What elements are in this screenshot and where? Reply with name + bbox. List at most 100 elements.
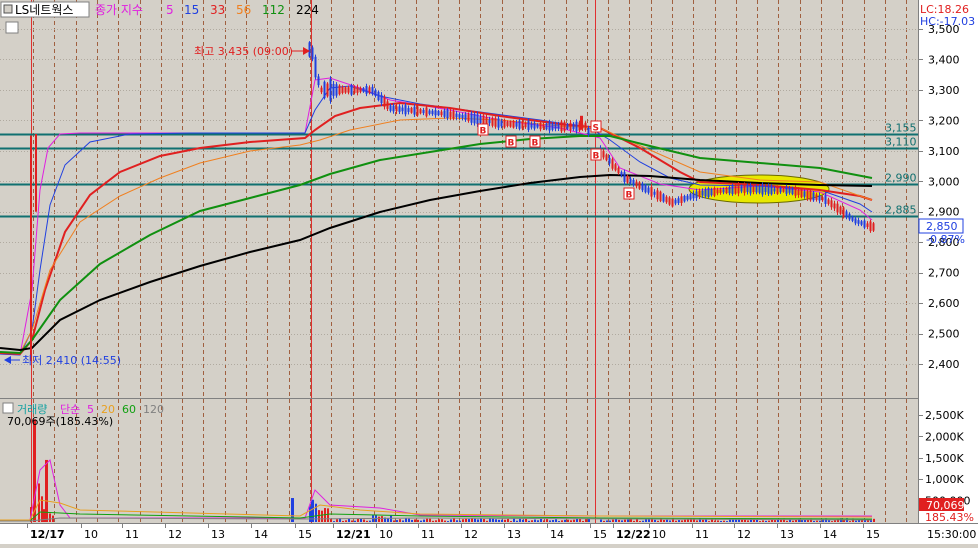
- volume-bar: [579, 519, 581, 522]
- volume-bar: [420, 520, 422, 522]
- candle: [812, 192, 815, 201]
- volume-bar: [708, 521, 710, 522]
- volume-bar: [327, 508, 329, 522]
- signal-label: B: [480, 127, 487, 137]
- candle: [698, 191, 701, 197]
- volume-bar: [405, 518, 407, 522]
- volume-bar: [360, 518, 362, 522]
- price-tick-label: 2,400: [928, 358, 960, 371]
- symbol-label: LS네트웍스: [15, 3, 73, 17]
- volume-bar: [351, 520, 353, 522]
- candle: [521, 121, 524, 129]
- volume-bar: [639, 521, 641, 522]
- volume-bar: [531, 520, 533, 522]
- candle: [764, 187, 767, 192]
- candle: [494, 118, 497, 127]
- candle: [548, 122, 551, 131]
- candle: [563, 122, 566, 131]
- volume-bar: [828, 520, 830, 522]
- price-tick-label: 2,900: [928, 206, 960, 219]
- candle: [785, 186, 788, 194]
- volume-bar: [363, 519, 365, 522]
- volume-bar: [819, 520, 821, 522]
- candle: [554, 124, 557, 129]
- volume-bar: [774, 520, 776, 522]
- volume-bar: [816, 520, 818, 522]
- ma-legend-item: 224: [296, 3, 319, 17]
- volume-bar: [504, 519, 506, 522]
- ma-legend-item: 33: [210, 3, 225, 17]
- signal-label: B: [532, 139, 539, 149]
- volume-bar: [321, 510, 323, 522]
- candle: [551, 123, 554, 130]
- volume-bar: [402, 520, 404, 522]
- volume-bar: [489, 518, 491, 522]
- candle: [380, 94, 383, 104]
- volume-bar: [417, 519, 419, 522]
- volume-bar: [723, 520, 725, 522]
- candle: [803, 191, 806, 197]
- time-tick-label: 10: [652, 528, 666, 541]
- candle: [782, 188, 785, 192]
- volume-bar: [786, 520, 788, 522]
- candle: [848, 213, 851, 220]
- time-tick-label: 12/21: [336, 528, 371, 541]
- candle: [713, 187, 716, 196]
- time-tick-label: 14: [550, 528, 564, 541]
- volume-bar: [555, 519, 557, 522]
- candle: [653, 191, 656, 195]
- time-tick-label: 13: [780, 528, 794, 541]
- symbol-box-icon: [3, 4, 13, 14]
- volume-bar: [522, 519, 524, 522]
- volume-bar: [396, 520, 398, 522]
- ma-legend-item: 112: [262, 3, 285, 17]
- candle: [743, 185, 746, 193]
- candle: [776, 186, 779, 194]
- candle: [749, 184, 752, 194]
- volume-bar: [549, 520, 551, 522]
- candle: [656, 190, 659, 200]
- time-tick-label: 11: [125, 528, 139, 541]
- volume-bar: [675, 520, 677, 522]
- candle: [635, 181, 638, 187]
- candle: [611, 159, 614, 169]
- panel-control-box[interactable]: [5, 21, 19, 34]
- volume-bar: [714, 520, 716, 522]
- candle: [557, 124, 560, 129]
- candle: [608, 157, 611, 164]
- volume-bar: [582, 520, 584, 522]
- price-tick-label: 3,300: [928, 84, 960, 97]
- candle: [623, 172, 626, 183]
- candle: [536, 124, 539, 128]
- volume-bar: [507, 518, 509, 522]
- time-tick-label: 15: [298, 528, 312, 541]
- volume-bar: [378, 516, 380, 522]
- candle: [605, 154, 608, 161]
- volume-bar: [453, 518, 455, 522]
- level-label: 3,110: [885, 136, 917, 149]
- time-tick-label: 15: [866, 528, 880, 541]
- candle: [580, 115, 583, 130]
- volume-bar: [645, 519, 647, 522]
- candle: [353, 86, 356, 94]
- volume-tick-label: 2,000K: [925, 430, 964, 443]
- candle: [617, 167, 620, 174]
- volume-bar: [432, 520, 434, 522]
- volume-bar: [573, 519, 575, 522]
- time-tick-label: 10: [84, 528, 98, 541]
- candle: [512, 120, 515, 128]
- candle: [701, 190, 704, 196]
- candle: [368, 87, 371, 93]
- candle: [869, 221, 872, 232]
- volume-bar: [450, 519, 452, 522]
- volume-control-box[interactable]: [2, 402, 14, 414]
- candle: [473, 113, 476, 124]
- candle: [821, 197, 824, 201]
- volume-bar: [366, 520, 368, 522]
- candle: [794, 187, 797, 196]
- volume-bar: [540, 518, 542, 522]
- candle: [518, 120, 521, 129]
- candle: [524, 122, 527, 128]
- volume-bar: [633, 520, 635, 522]
- volume-bar: [390, 515, 392, 522]
